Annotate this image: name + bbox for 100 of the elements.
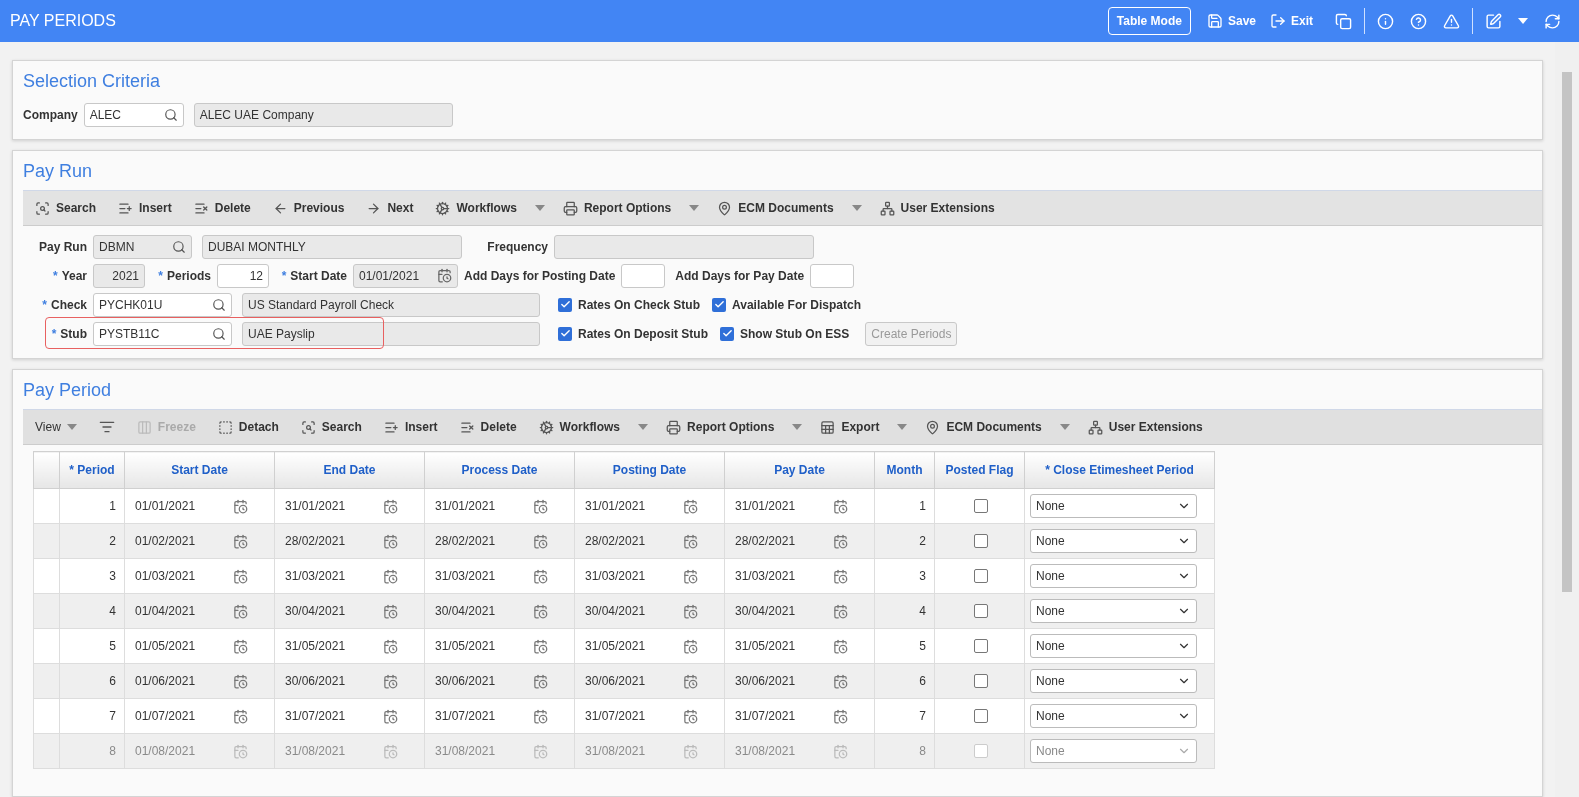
date-cell[interactable]: 31/01/2021: [424, 488, 575, 524]
toolbar-button[interactable]: Export: [816, 419, 884, 435]
toolbar-button[interactable]: User Extensions: [1083, 419, 1207, 435]
column-header[interactable]: Month: [874, 451, 935, 489]
toolbar-button[interactable]: Workflows: [431, 200, 521, 216]
checkbox[interactable]: [973, 499, 988, 513]
date-cell[interactable]: 31/05/2021: [724, 628, 875, 664]
date-cell[interactable]: 28/02/2021: [274, 523, 425, 559]
view-menu[interactable]: View: [31, 420, 81, 434]
toolbar-button[interactable]: Workflows: [534, 419, 625, 435]
date-cell[interactable]: 30/06/2021: [574, 663, 725, 699]
toolbar-button[interactable]: Report Options: [662, 419, 779, 435]
checkbox[interactable]: [973, 709, 988, 723]
date-cell[interactable]: 28/02/2021: [424, 523, 575, 559]
toolbar-button[interactable]: User Extensions: [875, 200, 999, 216]
date-cell[interactable]: 31/03/2021: [724, 558, 875, 594]
date-cell[interactable]: 30/06/2021: [724, 663, 875, 699]
exit-button[interactable]: Exit: [1270, 13, 1313, 29]
checkbox[interactable]: [720, 326, 734, 341]
checkbox[interactable]: [558, 297, 572, 312]
toolbar-button[interactable]: Insert: [379, 419, 442, 435]
checkbox[interactable]: [973, 534, 988, 548]
date-cell[interactable]: 01/02/2021: [124, 523, 275, 559]
date-cell[interactable]: 01/03/2021: [124, 558, 275, 594]
column-header[interactable]: Process Date: [424, 451, 575, 489]
dropdown[interactable]: None: [1030, 529, 1197, 553]
toolbar-button[interactable]: Insert: [114, 200, 176, 216]
dropdown[interactable]: None: [1030, 634, 1197, 658]
date-cell[interactable]: 01/04/2021: [124, 593, 275, 629]
date-cell[interactable]: 01/07/2021: [124, 698, 275, 734]
toolbar-button[interactable]: Search: [31, 200, 101, 216]
date-cell[interactable]: 30/04/2021: [274, 593, 425, 629]
checkbox[interactable]: [712, 297, 727, 312]
toolbar-button[interactable]: Previous: [268, 200, 349, 216]
date-cell[interactable]: 31/01/2021: [724, 488, 875, 524]
dropdown[interactable]: None: [1030, 599, 1197, 623]
save-button[interactable]: Save: [1206, 13, 1256, 29]
date-cell[interactable]: 31/05/2021: [424, 628, 575, 664]
copy-icon[interactable]: [1335, 12, 1352, 30]
caret-icon[interactable]: [1518, 18, 1528, 24]
year-field[interactable]: 2021: [93, 263, 145, 288]
checkbox[interactable]: [973, 639, 988, 653]
column-header[interactable]: Start Date: [124, 451, 275, 489]
lookup-field[interactable]: ALEC: [83, 102, 184, 127]
info-icon[interactable]: [1377, 12, 1394, 30]
checkbox[interactable]: [973, 674, 988, 688]
periods-field[interactable]: 12: [217, 263, 269, 288]
date-cell[interactable]: 01/01/2021: [124, 488, 275, 524]
checkbox[interactable]: [558, 326, 572, 341]
checkbox[interactable]: [973, 604, 988, 618]
date-field[interactable]: 01/01/2021: [353, 263, 458, 288]
date-cell[interactable]: 31/03/2021: [424, 558, 575, 594]
dropdown[interactable]: None: [1030, 564, 1197, 588]
date-cell[interactable]: 31/01/2021: [574, 488, 725, 524]
dropdown[interactable]: None: [1030, 704, 1197, 728]
date-cell[interactable]: 31/07/2021: [574, 698, 725, 734]
toolbar-button[interactable]: Detach: [213, 419, 283, 435]
lookup-field[interactable]: DBMN: [93, 234, 192, 259]
date-cell[interactable]: 30/04/2021: [724, 593, 875, 629]
dropdown[interactable]: None: [1030, 669, 1197, 693]
table-mode-button[interactable]: Table Mode: [1107, 7, 1191, 35]
edit-icon[interactable]: [1485, 12, 1502, 30]
date-cell[interactable]: 30/04/2021: [574, 593, 725, 629]
column-header[interactable]: Posting Date: [574, 451, 725, 489]
dropdown[interactable]: None: [1030, 739, 1197, 763]
toolbar-button[interactable]: Delete: [455, 419, 521, 435]
date-cell[interactable]: 31/07/2021: [274, 698, 425, 734]
pay-days-field[interactable]: [810, 263, 855, 288]
lookup-field[interactable]: PYSTB11C: [93, 321, 232, 346]
column-header[interactable]: Pay Date: [724, 451, 875, 489]
toolbar-button[interactable]: ECM Documents: [921, 419, 1046, 435]
date-cell[interactable]: 31/05/2021: [574, 628, 725, 664]
column-header[interactable]: * Period: [59, 451, 125, 489]
date-cell[interactable]: 01/05/2021: [124, 628, 275, 664]
posting-days-field[interactable]: [621, 263, 666, 288]
date-cell[interactable]: 28/02/2021: [574, 523, 725, 559]
date-cell[interactable]: 31/07/2021: [724, 698, 875, 734]
toolbar-button[interactable]: ECM Documents: [713, 200, 838, 216]
column-header[interactable]: Posted Flag: [934, 451, 1025, 489]
date-cell[interactable]: 28/02/2021: [724, 523, 875, 559]
date-cell[interactable]: 31/07/2021: [424, 698, 575, 734]
refresh-icon[interactable]: [1544, 12, 1561, 30]
checkbox[interactable]: [973, 569, 988, 583]
lookup-field[interactable]: PYCHK01U: [93, 292, 232, 317]
date-cell[interactable]: 30/06/2021: [274, 663, 425, 699]
date-cell[interactable]: 30/06/2021: [424, 663, 575, 699]
checkbox[interactable]: [973, 744, 988, 758]
dropdown[interactable]: None: [1030, 494, 1197, 518]
toolbar-button[interactable]: Report Options: [558, 200, 676, 216]
date-cell[interactable]: 31/01/2021: [274, 488, 425, 524]
help-icon[interactable]: [1410, 12, 1427, 30]
column-header[interactable]: End Date: [274, 451, 425, 489]
toolbar-button[interactable]: Next: [362, 200, 418, 216]
column-header[interactable]: * Close Etimesheet Period: [1024, 451, 1215, 489]
toolbar-button[interactable]: Delete: [189, 200, 255, 216]
date-cell[interactable]: 01/06/2021: [124, 663, 275, 699]
toolbar-button[interactable]: Search: [296, 419, 366, 435]
warning-icon[interactable]: [1443, 12, 1460, 30]
date-cell[interactable]: 30/04/2021: [424, 593, 575, 629]
date-cell[interactable]: 31/03/2021: [274, 558, 425, 594]
